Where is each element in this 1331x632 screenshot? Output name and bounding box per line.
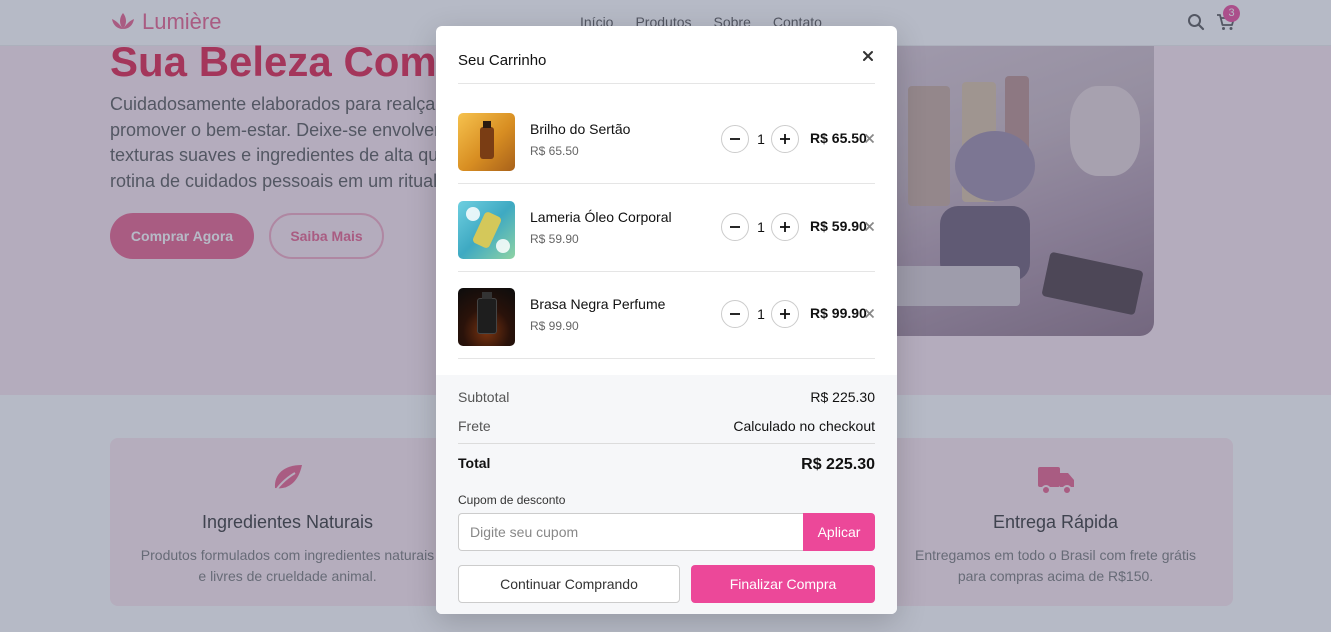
minus-icon [730,138,740,140]
product-unit-price: R$ 65.50 [530,144,579,158]
cart-modal: Seu Carrinho Brilho do Sertão R$ 65.50 1… [436,26,897,614]
subtotal-label: Subtotal [458,389,510,405]
product-name: Brasa Negra Perfume [530,296,666,312]
shipping-value: Calculado no checkout [733,418,875,434]
product-name: Lameria Óleo Corporal [530,209,672,225]
minus-icon [730,313,740,315]
cart-item: Lameria Óleo Corporal R$ 59.90 1 R$ 59.9… [458,184,875,272]
plus-icon [780,134,790,144]
decrease-quantity-button[interactable] [721,125,749,153]
close-icon[interactable] [861,49,875,63]
cart-summary: Subtotal R$ 225.30 Frete Calculado no ch… [436,375,897,614]
cart-item: Brasa Negra Perfume R$ 99.90 1 R$ 99.90 [458,271,875,359]
coupon-label: Cupom de desconto [458,493,566,507]
quantity-value: 1 [757,131,765,147]
continue-shopping-button[interactable]: Continuar Comprando [458,565,680,603]
item-total-price: R$ 65.50 [810,130,867,146]
increase-quantity-button[interactable] [771,125,799,153]
plus-icon [780,222,790,232]
product-thumbnail [458,288,515,346]
coupon-input[interactable] [458,513,803,551]
item-total-price: R$ 59.90 [810,218,867,234]
shipping-label: Frete [458,418,491,434]
minus-icon [730,226,740,228]
product-unit-price: R$ 59.90 [530,232,579,246]
decrease-quantity-button[interactable] [721,300,749,328]
total-label: Total [458,455,491,471]
increase-quantity-button[interactable] [771,300,799,328]
remove-item-icon[interactable] [864,133,875,144]
product-unit-price: R$ 99.90 [530,319,579,333]
cart-item: Brilho do Sertão R$ 65.50 1 R$ 65.50 [458,96,875,184]
cart-title: Seu Carrinho [458,52,547,69]
total-value: R$ 225.30 [801,456,875,473]
remove-item-icon[interactable] [864,308,875,319]
quantity-value: 1 [757,306,765,322]
item-total-price: R$ 99.90 [810,305,867,321]
quantity-value: 1 [757,219,765,235]
product-thumbnail [458,201,515,259]
cart-modal-header: Seu Carrinho [458,26,875,84]
decrease-quantity-button[interactable] [721,213,749,241]
subtotal-value: R$ 225.30 [810,389,875,405]
checkout-button[interactable]: Finalizar Compra [691,565,875,603]
summary-divider [458,443,875,444]
remove-item-icon[interactable] [864,221,875,232]
product-name: Brilho do Sertão [530,121,631,137]
apply-coupon-button[interactable]: Aplicar [803,513,875,551]
product-thumbnail [458,113,515,171]
plus-icon [780,309,790,319]
increase-quantity-button[interactable] [771,213,799,241]
